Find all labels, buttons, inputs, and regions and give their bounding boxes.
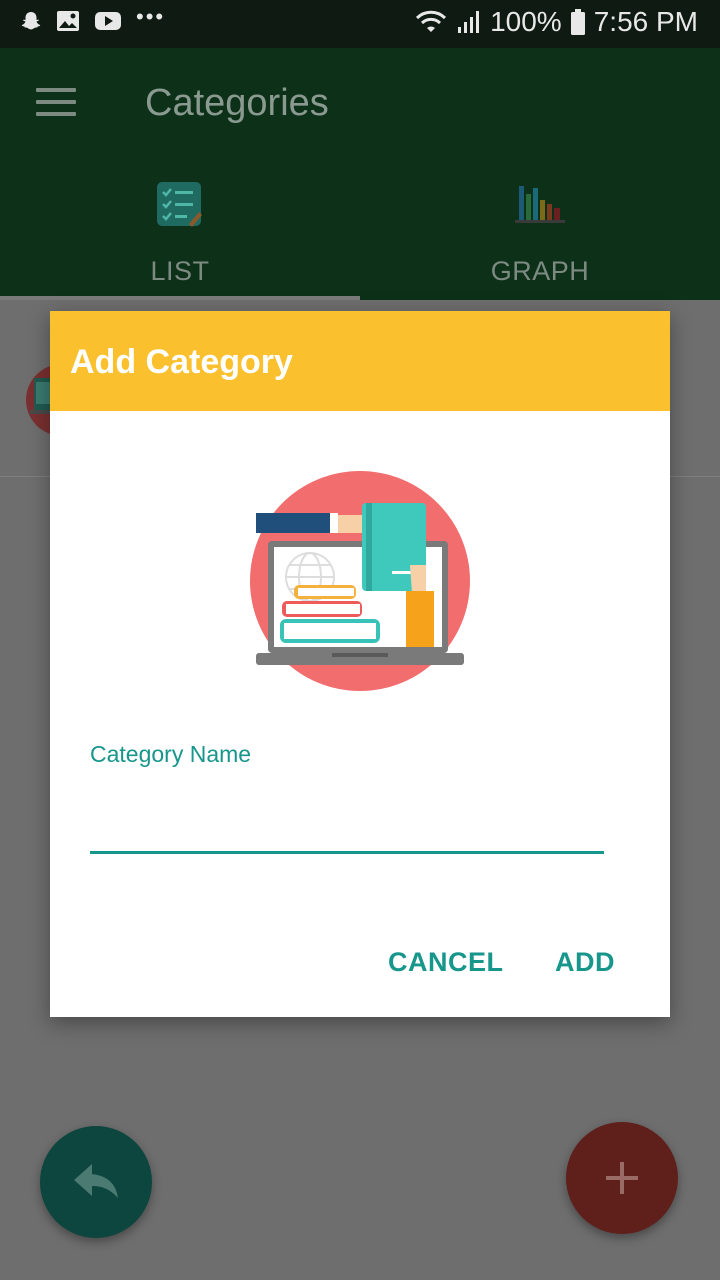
back-fab[interactable] [40,1126,152,1238]
checklist-icon [157,182,202,227]
add-button[interactable]: ADD [555,947,615,978]
tab-graph-label: GRAPH [490,256,590,286]
menu-icon[interactable] [36,88,76,116]
add-fab[interactable] [566,1122,678,1234]
status-bar-system: 100% 7:56 PM [414,6,698,38]
dialog-header: Add Category [50,311,670,411]
clock: 7:56 PM [593,6,698,37]
snapchat-icon [21,12,41,30]
tab-list-label: LIST [150,256,210,286]
plus-icon [606,1162,638,1194]
battery-percent: 100% [490,6,562,37]
cancel-button[interactable]: CANCEL [388,947,504,978]
youtube-icon [95,12,121,30]
battery-icon [570,9,585,35]
page-title: Categories [145,82,329,124]
add-category-dialog: Add Category Category Name CANCEL ADD [50,311,670,1017]
gallery-icon [57,11,79,31]
reply-arrow-icon [74,1164,118,1198]
more-dots-icon: ••• [136,4,166,29]
app-bar: Categories LIST GRAPH [0,48,720,300]
category-name-label: Category Name [90,741,252,767]
books-laptop-illustration [250,471,470,691]
status-bar: ••• 100% 7:56 PM [0,0,720,48]
signal-icon [458,11,480,33]
dialog-title: Add Category [70,343,293,381]
status-bar-notifications: ••• [20,4,165,32]
wifi-icon [416,10,447,32]
bar-chart-icon [515,186,565,223]
category-name-input[interactable] [90,779,604,854]
